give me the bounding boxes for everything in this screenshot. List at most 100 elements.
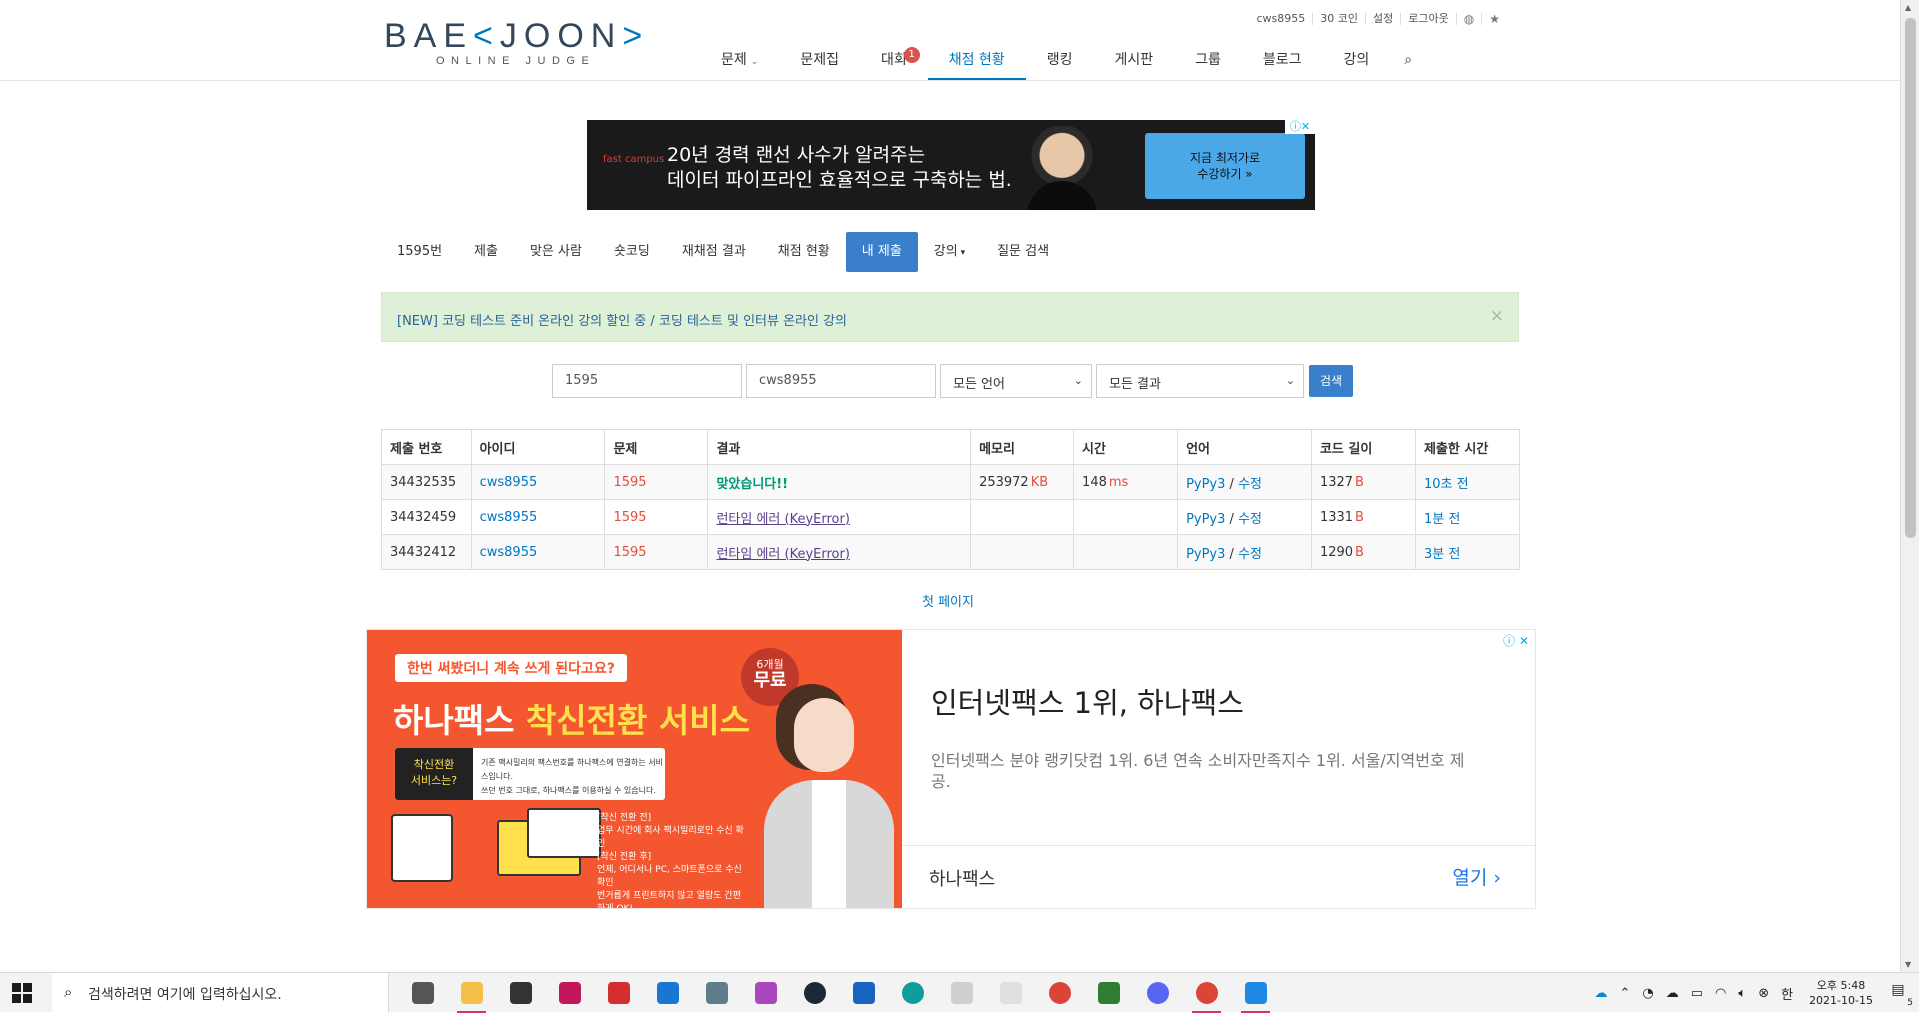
subtab-3[interactable]: 숏코딩 xyxy=(598,232,666,272)
windows-start-icon[interactable] xyxy=(12,983,32,1003)
source-link[interactable]: PyPy3 xyxy=(1186,477,1225,492)
subtab-label: 제출 xyxy=(474,244,498,259)
submitted-time-link[interactable]: 1분 전 xyxy=(1424,512,1460,527)
language-select[interactable]: 모든 언어 ⌄ xyxy=(940,364,1092,398)
first-page-link[interactable]: 첫 페이지 xyxy=(922,591,974,610)
logout-link[interactable]: 로그아웃 xyxy=(1400,13,1455,25)
nav-item-5[interactable]: 게시판 xyxy=(1093,42,1174,80)
file-explorer-icon[interactable] xyxy=(447,973,496,1013)
scroll-down-icon[interactable]: ▼ xyxy=(1905,960,1911,969)
reader-icon[interactable] xyxy=(839,973,888,1013)
close-icon[interactable]: × xyxy=(1490,306,1504,326)
ad-info-text: 기존 팩시밀리의 팩스번호를 하나팩스에 연결하는 서비스입니다. 쓰던 번호 … xyxy=(481,758,663,795)
nav-item-1[interactable]: 문제집 xyxy=(779,42,860,80)
result-select[interactable]: 모든 결과 ⌄ xyxy=(1096,364,1304,398)
ad-open-button[interactable]: 열기 › xyxy=(1452,863,1501,890)
problem-link[interactable]: 1595 xyxy=(613,510,646,525)
mute-icon[interactable]: ⊗ xyxy=(1758,986,1769,1001)
submission-id: 34432412 xyxy=(381,534,472,570)
settings-app-icon[interactable] xyxy=(692,973,741,1013)
ime-indicator[interactable]: 한 xyxy=(1781,984,1793,1003)
result-text[interactable]: 런타임 에러 (KeyError) xyxy=(716,547,849,562)
subtab-5[interactable]: 채점 현황 xyxy=(762,232,846,272)
scroll-up-icon[interactable]: ▲ xyxy=(1905,3,1911,12)
edit-link[interactable]: 수정 xyxy=(1238,477,1262,492)
store-icon[interactable] xyxy=(496,973,545,1013)
subtab-8[interactable]: 질문 검색 xyxy=(981,232,1065,272)
steam-icon[interactable] xyxy=(790,973,839,1013)
chevron-up-icon[interactable]: ⌃ xyxy=(1619,986,1630,1001)
problem-id-input[interactable]: 1595 xyxy=(552,364,742,398)
nav-item-6[interactable]: 그룹 xyxy=(1174,42,1242,80)
app-diamond-icon[interactable] xyxy=(741,973,790,1013)
document-icon[interactable] xyxy=(937,973,986,1013)
search-button[interactable]: 검색 xyxy=(1309,365,1353,397)
star-icon[interactable]: ★ xyxy=(1481,13,1507,25)
volume-icon[interactable]: 🔈︎ xyxy=(1738,986,1746,1001)
bottom-ad-banner[interactable]: 한번 써봤더니 계속 쓰게 된다고요? 하나팩스 착신전환 서비스 6개월 무료 … xyxy=(366,629,1536,909)
nav-item-3[interactable]: 채점 현황 xyxy=(927,42,1026,80)
nav-item-label: 강의 xyxy=(1343,52,1370,68)
wifi-icon[interactable]: ◠ xyxy=(1715,986,1726,1001)
nav-item-4[interactable]: 랭킹 xyxy=(1026,42,1094,80)
code-length-cell: 1290 B xyxy=(1310,534,1416,570)
nav-item-7[interactable]: 블로그 xyxy=(1242,42,1323,80)
vscode-icon[interactable] xyxy=(1231,973,1280,1013)
user-utility-links: cws8955 30 코인 설정 로그아웃 ◍ ★ xyxy=(1250,13,1508,25)
page-scrollbar[interactable]: ▲ ▼ xyxy=(1900,0,1919,972)
top-ad-banner[interactable]: fast campus 20년 경력 랜선 사수가 알려주는 데이터 파이프라인… xyxy=(587,120,1315,210)
app-sync-icon[interactable] xyxy=(594,973,643,1013)
source-link[interactable]: PyPy3 xyxy=(1186,512,1225,527)
chrome-icon[interactable] xyxy=(1035,973,1084,1013)
ad-cta-button[interactable]: 지금 최저가로 수강하기 » xyxy=(1145,133,1305,199)
edit-link[interactable]: 수정 xyxy=(1238,512,1262,527)
discord-icon[interactable] xyxy=(1133,973,1182,1013)
nav-item-8[interactable]: 강의 xyxy=(1323,42,1391,80)
globe-icon[interactable]: ◍ xyxy=(1455,13,1481,25)
edit-link[interactable]: 수정 xyxy=(1238,547,1262,562)
user-link[interactable]: cws8955 xyxy=(480,545,538,560)
subtab-6[interactable]: 내 제출 xyxy=(845,232,918,272)
alert-link[interactable]: [NEW] 코딩 테스트 준비 온라인 강의 할인 중 / 코딩 테스트 및 인… xyxy=(397,310,847,329)
app-green-icon[interactable] xyxy=(1084,973,1133,1013)
search-icon[interactable]: ⌕ xyxy=(1390,42,1426,80)
subtab-2[interactable]: 맞은 사람 xyxy=(514,232,598,272)
task-view-icon[interactable] xyxy=(398,973,447,1013)
nav-item-2[interactable]: 대회 1 xyxy=(860,42,928,80)
problem-link[interactable]: 1595 xyxy=(613,475,646,490)
taskbar-search-box[interactable]: ⌕ 검색하려면 여기에 입력하십시오. xyxy=(52,973,389,1013)
mail-icon[interactable] xyxy=(643,973,692,1013)
ad-choices-icon[interactable]: ⓘ ✕ xyxy=(1503,632,1529,649)
submitted-time-link[interactable]: 3분 전 xyxy=(1424,547,1460,562)
ad-close-icon[interactable]: ⓘ✕ xyxy=(1285,120,1315,134)
battery-icon[interactable]: ▭ xyxy=(1691,986,1703,1001)
chrome-active-icon[interactable] xyxy=(1182,973,1231,1013)
settings-link[interactable]: 설정 xyxy=(1365,13,1400,25)
coins-link[interactable]: 30 코인 xyxy=(1312,13,1365,25)
submitted-time-link[interactable]: 10초 전 xyxy=(1424,477,1469,492)
result-text[interactable]: 런타임 에러 (KeyError) xyxy=(716,512,849,527)
baekjoon-logo[interactable]: BAE<JOON> ONLINE JUDGE xyxy=(384,18,649,67)
edge-icon[interactable] xyxy=(888,973,937,1013)
typora-icon[interactable] xyxy=(986,973,1035,1013)
nav-item-0[interactable]: 문제 ⌄ xyxy=(700,42,779,80)
network-icon[interactable]: ◔ xyxy=(1642,986,1653,1001)
cloud-icon[interactable]: ☁ xyxy=(1666,986,1679,1001)
onedrive-icon[interactable]: ☁ xyxy=(1594,986,1607,1001)
username-link[interactable]: cws8955 xyxy=(1250,13,1313,25)
taskbar-clock[interactable]: 오후 5:48 2021-10-15 xyxy=(1809,978,1873,1008)
scrollbar-thumb[interactable] xyxy=(1905,18,1916,538)
subtab-1[interactable]: 제출 xyxy=(458,232,514,272)
subtab-0[interactable]: 1595번 xyxy=(381,232,458,272)
subtab-4[interactable]: 재채점 결과 xyxy=(666,232,762,272)
user-link[interactable]: cws8955 xyxy=(480,510,538,525)
nav-item-label: 블로그 xyxy=(1262,52,1302,68)
notification-icon[interactable]: ▤ 5 xyxy=(1887,982,1913,1008)
user-link[interactable]: cws8955 xyxy=(480,475,538,490)
chevron-right-icon: › xyxy=(1493,867,1501,889)
subtab-7[interactable]: 강의 ▾ xyxy=(918,232,981,272)
source-link[interactable]: PyPy3 xyxy=(1186,547,1225,562)
app-magenta-icon[interactable] xyxy=(545,973,594,1013)
user-id-input[interactable]: cws8955 xyxy=(746,364,936,398)
problem-link[interactable]: 1595 xyxy=(613,545,646,560)
